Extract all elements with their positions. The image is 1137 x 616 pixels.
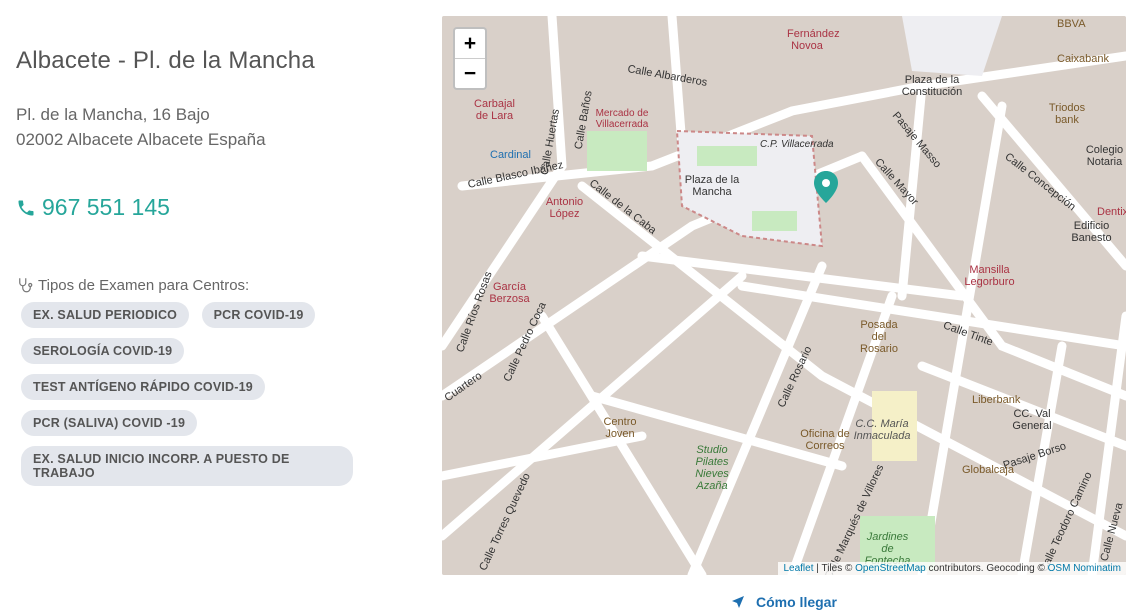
map-label-triodos: Triodos bank <box>1048 102 1086 126</box>
osm-link[interactable]: OpenStreetMap <box>855 563 926 574</box>
zoom-out-button[interactable]: − <box>455 59 485 88</box>
location-map[interactable]: + − Plaza de la Mancha Mercado de Villac… <box>442 16 1126 575</box>
navigation-arrow-icon <box>732 596 744 608</box>
map-tiles <box>442 16 1126 575</box>
attribution-mid-text: contributors. Geocoding © <box>928 563 1045 574</box>
exam-types-label: Tipos de Examen para Centros: <box>16 276 249 294</box>
address-line-2: 02002 Albacete Albacete España <box>16 130 266 149</box>
nominatim-link[interactable]: OSM Nominatim <box>1048 563 1121 574</box>
address-line-1: Pl. de la Mancha, 16 Bajo <box>16 105 210 124</box>
map-label-caixabank: Caixabank <box>1057 53 1109 65</box>
map-label-edificio: Edificio Banesto <box>1071 220 1112 244</box>
directions-label: Cómo llegar <box>756 594 837 610</box>
map-label-villacerrada: C.P. Villacerrada <box>760 139 834 150</box>
leaflet-link[interactable]: Leaflet <box>783 563 813 574</box>
map-label-posada: Posada del Rosario <box>860 319 898 355</box>
map-label-fernandez: Fernández Novoa <box>787 28 840 52</box>
map-label-mercado: Mercado de Villacerrada <box>595 108 649 130</box>
zoom-control: + − <box>453 27 487 90</box>
map-label-dentix: Dentix <box>1097 206 1126 218</box>
map-label-constitucion: Plaza de la Constitución <box>901 74 963 98</box>
center-address: Pl. de la Mancha, 16 Bajo 02002 Albacete… <box>16 102 266 152</box>
map-label-carbajal: Carbajal de Lara <box>474 98 515 122</box>
exam-types-list: EX. SALUD PERIODICO PCR COVID-19 SEROLOG… <box>21 302 361 496</box>
exam-type-chip[interactable]: PCR COVID-19 <box>201 302 316 328</box>
map-label-mansilla: Mansilla Legorburo <box>964 264 1015 288</box>
map-label-cardinal: Cardinal <box>490 149 531 161</box>
exam-type-chip[interactable]: PCR (SALIVA) COVID -19 <box>21 410 198 436</box>
phone-link[interactable]: 967 551 145 <box>16 194 170 221</box>
zoom-in-button[interactable]: + <box>455 29 485 59</box>
exam-type-chip[interactable]: SEROLOGÍA COVID-19 <box>21 338 185 364</box>
map-label-bbva: BBVA <box>1057 18 1086 30</box>
phone-icon <box>18 200 34 215</box>
map-label-correos: Oficina de Correos <box>800 428 850 452</box>
phone-number: 967 551 145 <box>42 194 170 220</box>
map-label-antonio: Antonio López <box>545 196 584 220</box>
map-label-studio: Studio Pilates Nieves Azaña <box>695 444 729 492</box>
map-attribution: Leaflet | Tiles © OpenStreetMap contribu… <box>778 562 1126 575</box>
map-label-globalcaja: Globalcaja <box>962 464 1014 476</box>
exam-types-label-text: Tipos de Examen para Centros: <box>38 276 250 294</box>
exam-type-chip[interactable]: EX. SALUD INICIO INCORP. A PUESTO DE TRA… <box>21 446 353 486</box>
center-title: Albacete - Pl. de la Mancha <box>16 47 315 74</box>
attribution-tiles-text: | Tiles © <box>816 563 853 574</box>
map-label-garcia: García Berzosa <box>489 281 530 305</box>
map-label-inmaculada: C.C. María Inmaculada <box>853 418 911 442</box>
exam-type-chip[interactable]: EX. SALUD PERIODICO <box>21 302 190 328</box>
stethoscope-icon <box>19 278 33 293</box>
map-label-cc-val: CC. Val General <box>1012 408 1052 432</box>
map-label-plaza: Plaza de la Mancha <box>684 174 740 198</box>
directions-link[interactable]: Cómo llegar <box>730 594 837 610</box>
map-label-colegio: Colegio Notaria <box>1085 144 1124 168</box>
map-label-liberbank: Liberbank <box>972 394 1021 406</box>
exam-type-chip[interactable]: TEST ANTÍGENO RÁPIDO COVID-19 <box>21 374 265 400</box>
map-label-centro-joven: Centro Joven <box>603 416 637 440</box>
